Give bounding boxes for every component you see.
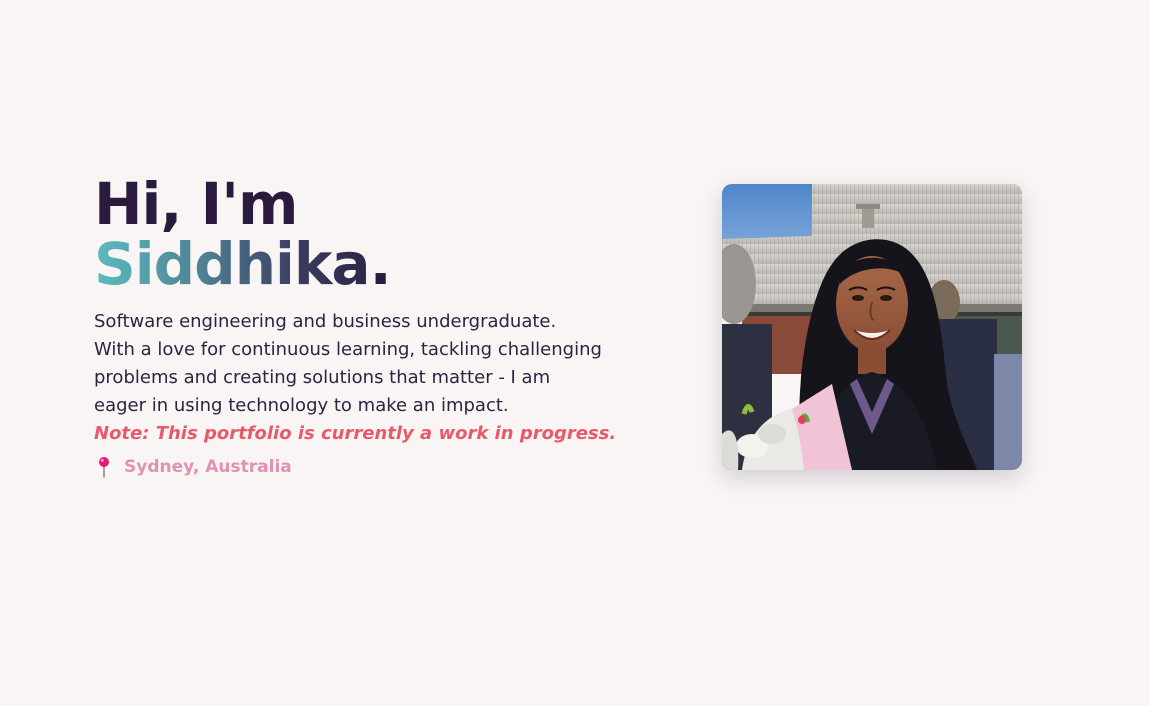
greeting-heading: Hi, I'm bbox=[94, 170, 298, 238]
bio-paragraph: Software engineering and business underg… bbox=[94, 308, 604, 420]
location: Sydney, Australia bbox=[94, 456, 614, 478]
page: Hi, I'm Siddhika. Software engineering a… bbox=[0, 0, 1150, 706]
bio-line: problems and creating solutions that mat… bbox=[94, 367, 551, 388]
intro-section: Hi, I'm Siddhika. Software engineering a… bbox=[94, 170, 617, 478]
bio-line: Software engineering and business underg… bbox=[94, 311, 557, 332]
name-heading: Siddhika. bbox=[94, 234, 614, 294]
bio-line: eager in using technology to make an imp… bbox=[94, 395, 509, 416]
bio-line: With a love for continuous learning, tac… bbox=[94, 339, 602, 360]
profile-photo bbox=[722, 184, 1022, 470]
pin-icon bbox=[94, 456, 114, 478]
name-text: Siddhika bbox=[94, 230, 371, 298]
location-text: Sydney, Australia bbox=[124, 457, 292, 477]
work-in-progress-note: Note: This portfolio is currently a work… bbox=[94, 423, 617, 444]
name-period: . bbox=[369, 230, 392, 298]
